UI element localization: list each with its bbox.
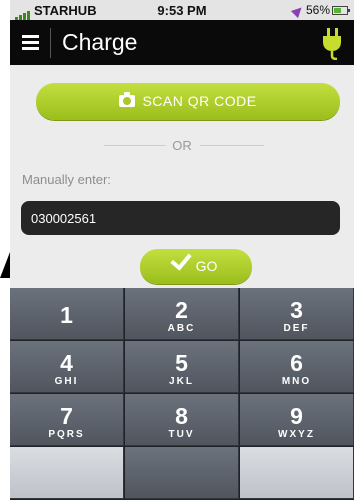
key-letters: WXYZ (278, 429, 315, 440)
key-digit: 7 (60, 403, 73, 429)
key-0[interactable] (125, 447, 239, 499)
camera-icon (119, 92, 136, 107)
key-letters: ABC (167, 323, 196, 334)
location-icon (290, 3, 306, 18)
status-right: 56% (290, 3, 350, 18)
key-digit: 4 (60, 350, 73, 376)
key-delete[interactable] (240, 447, 354, 499)
or-divider-text: OR (172, 138, 192, 153)
check-icon (169, 248, 192, 271)
scan-qr-code-button[interactable]: SCAN QR CODE (36, 83, 340, 120)
key-digit: 8 (175, 403, 188, 429)
key-letters: MNO (281, 376, 312, 387)
key-digit: 5 (175, 350, 188, 376)
key-8[interactable]: 8 TUV (125, 394, 239, 446)
key-4[interactable]: 4 GHI (10, 341, 124, 393)
key-6[interactable]: 6 MNO (240, 341, 354, 393)
key-7[interactable]: 7 PQRS (10, 394, 124, 446)
go-label: GO (195, 258, 218, 274)
key-letters: JKL (169, 376, 194, 387)
key-digit: 3 (290, 297, 303, 323)
key-digit: 6 (290, 350, 303, 376)
key-digit: 2 (175, 297, 188, 323)
scan-qr-code-label: SCAN QR CODE (142, 93, 257, 109)
key-9[interactable]: 9 WXYZ (240, 394, 354, 446)
charger-code-input[interactable] (21, 201, 340, 235)
key-3[interactable]: 3 DEF (240, 288, 354, 340)
nav-bar: Charge (10, 20, 354, 65)
key-letters: PQRS (48, 429, 85, 440)
phone-screen: STARHUB 9:53 PM 56% Charge SCAN QR CODE … (10, 0, 354, 500)
key-digit: 1 (60, 302, 73, 328)
key-1[interactable]: 1 (10, 288, 124, 340)
key-letters: GHI (54, 376, 79, 387)
nav-divider (50, 28, 51, 58)
battery-icon (332, 6, 350, 16)
key-letters: DEF (283, 323, 310, 334)
key-5[interactable]: 5 JKL (125, 341, 239, 393)
manual-entry-label: Manually enter: (22, 172, 111, 187)
key-2[interactable]: 2 ABC (125, 288, 239, 340)
key-letters: TUV (168, 429, 195, 440)
divider-line-right (200, 145, 264, 146)
battery-percent: 56% (305, 3, 330, 17)
hamburger-icon[interactable] (22, 35, 39, 50)
go-button[interactable]: GO (140, 248, 252, 284)
key-symbols[interactable] (10, 447, 124, 499)
key-digit: 9 (290, 403, 303, 429)
side-arrow-decoration (0, 252, 10, 278)
plug-icon (323, 28, 341, 60)
numeric-keypad: 1 2 ABC 3 DEF 4 GHI 5 JKL 6 MNO 7 PQRS 8… (10, 288, 354, 500)
status-bar: STARHUB 9:53 PM 56% (10, 0, 354, 21)
page-title: Charge (62, 29, 138, 55)
